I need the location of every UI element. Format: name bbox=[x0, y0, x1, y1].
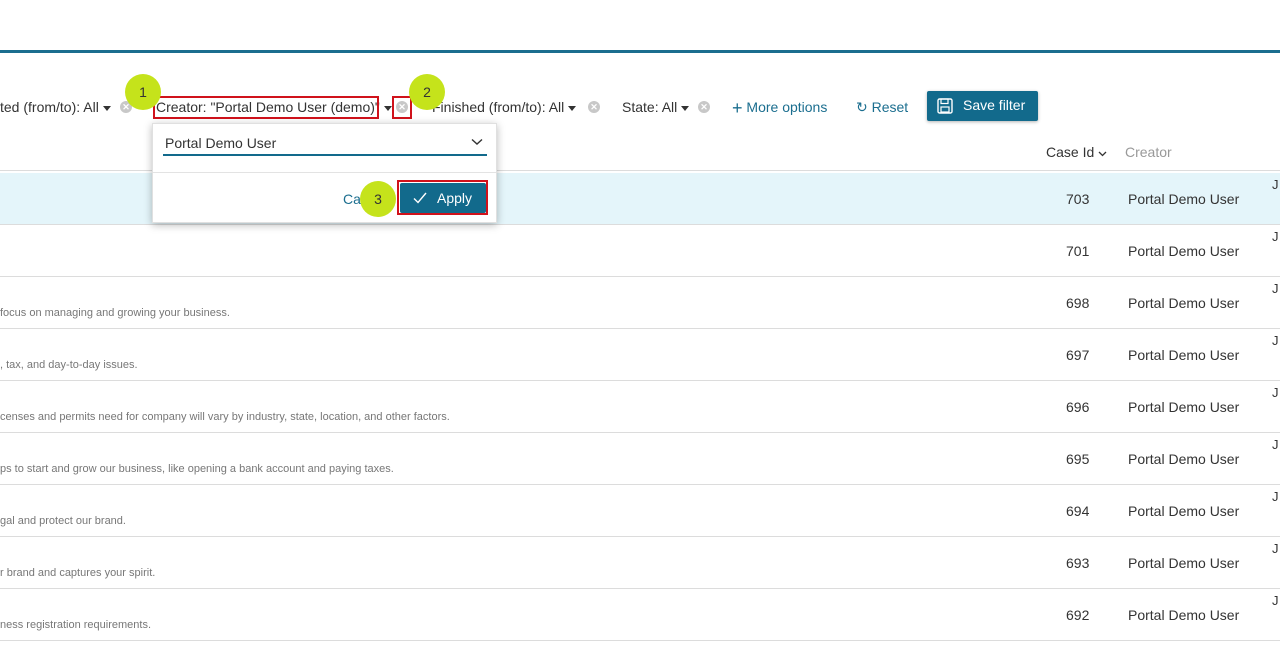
step-badge-2: 2 bbox=[409, 74, 445, 110]
truncated-cell: J bbox=[1272, 177, 1279, 192]
caret-down-icon bbox=[681, 105, 690, 111]
truncated-cell: J bbox=[1272, 541, 1279, 556]
creator-select-value: Portal Demo User bbox=[165, 135, 277, 151]
description-cell: ps to start and grow our business, like … bbox=[0, 463, 394, 475]
case-id-header[interactable]: Case Id bbox=[1046, 143, 1107, 161]
table-row[interactable]: , tax, and day-to-day issues. 697 Portal… bbox=[0, 329, 1280, 381]
table-row[interactable]: r brand and captures your spirit. 693 Po… bbox=[0, 537, 1280, 589]
highlight-clear-creator bbox=[392, 96, 412, 119]
creator-cell: Portal Demo User bbox=[1128, 607, 1240, 623]
chevron-down-icon bbox=[471, 138, 483, 145]
description-cell: r brand and captures your spirit. bbox=[0, 567, 156, 579]
save-filter-button[interactable]: Save filter bbox=[927, 91, 1038, 121]
top-header bbox=[0, 0, 1280, 50]
state-filter[interactable]: State: All bbox=[622, 97, 690, 117]
case-id-cell: 703 bbox=[1066, 191, 1090, 207]
clear-finished-icon[interactable]: ✕ bbox=[588, 101, 600, 113]
created-filter-label: ted (from/to): All bbox=[0, 99, 99, 115]
description-cell: focus on managing and growing your busin… bbox=[0, 307, 230, 319]
case-id-cell: 696 bbox=[1066, 399, 1090, 415]
panel-divider bbox=[153, 172, 496, 173]
creator-cell: Portal Demo User bbox=[1128, 295, 1240, 311]
clear-state-icon[interactable]: ✕ bbox=[698, 101, 710, 113]
case-id-cell: 692 bbox=[1066, 607, 1090, 623]
table-row[interactable]: censes and permits need for company will… bbox=[0, 381, 1280, 433]
created-filter[interactable]: ted (from/to): All bbox=[0, 97, 111, 117]
table-row[interactable]: gal and protect our brand. 694 Portal De… bbox=[0, 485, 1280, 537]
case-id-cell: 701 bbox=[1066, 243, 1090, 259]
truncated-cell: J bbox=[1272, 333, 1279, 348]
creator-cell: Portal Demo User bbox=[1128, 555, 1240, 571]
description-cell: gal and protect our brand. bbox=[0, 515, 126, 527]
creator-select[interactable]: Portal Demo User bbox=[163, 134, 487, 156]
creator-cell: Portal Demo User bbox=[1128, 243, 1240, 259]
description-cell: , tax, and day-to-day issues. bbox=[0, 359, 138, 371]
table-row[interactable]: 701 Portal Demo User J bbox=[0, 225, 1280, 277]
description-cell: censes and permits need for company will… bbox=[0, 411, 450, 423]
caret-down-icon bbox=[383, 105, 392, 111]
highlight-apply-button bbox=[397, 180, 488, 215]
finished-filter-label: Finished (from/to): All bbox=[432, 99, 565, 115]
creator-header[interactable]: Creator bbox=[1125, 143, 1172, 161]
truncated-cell: J bbox=[1272, 489, 1279, 504]
creator-cell: Portal Demo User bbox=[1128, 399, 1240, 415]
step-badge-1: 1 bbox=[125, 74, 161, 110]
more-options-label: More options bbox=[746, 99, 828, 115]
more-options-link[interactable]: + More options bbox=[732, 97, 827, 118]
creator-header-label: Creator bbox=[1125, 144, 1172, 160]
table-row[interactable]: ness registration requirements. 692 Port… bbox=[0, 589, 1280, 641]
caret-down-icon bbox=[102, 105, 111, 111]
description-cell: ness registration requirements. bbox=[0, 619, 152, 631]
truncated-cell: J bbox=[1272, 229, 1279, 244]
chevron-down-icon bbox=[1098, 151, 1107, 157]
creator-cell: Portal Demo User bbox=[1128, 347, 1240, 363]
truncated-cell: J bbox=[1272, 593, 1279, 608]
truncated-cell: J bbox=[1272, 437, 1279, 452]
state-filter-label: State: All bbox=[622, 99, 678, 115]
truncated-cell: J bbox=[1272, 281, 1279, 296]
highlight-creator-filter bbox=[153, 96, 379, 119]
reset-label: Reset bbox=[871, 99, 909, 115]
case-id-cell: 695 bbox=[1066, 451, 1090, 467]
finished-filter[interactable]: Finished (from/to): All bbox=[432, 97, 577, 117]
step-badge-3: 3 bbox=[360, 181, 396, 217]
save-filter-label: Save filter bbox=[963, 97, 1026, 113]
caret-down-icon bbox=[568, 105, 577, 111]
table-row[interactable]: ps to start and grow our business, like … bbox=[0, 433, 1280, 485]
table-row[interactable]: focus on managing and growing your busin… bbox=[0, 277, 1280, 329]
cancel-button[interactable]: Ca bbox=[343, 191, 361, 207]
creator-cell: Portal Demo User bbox=[1128, 191, 1240, 207]
reset-link[interactable]: ↻ Reset bbox=[856, 97, 908, 117]
case-id-cell: 694 bbox=[1066, 503, 1090, 519]
creator-cell: Portal Demo User bbox=[1128, 503, 1240, 519]
case-id-cell: 693 bbox=[1066, 555, 1090, 571]
truncated-cell: J bbox=[1272, 385, 1279, 400]
floppy-disk-icon bbox=[937, 98, 953, 114]
creator-cell: Portal Demo User bbox=[1128, 451, 1240, 467]
case-id-header-label: Case Id bbox=[1046, 144, 1095, 160]
plus-icon: + bbox=[732, 98, 743, 118]
refresh-icon: ↻ bbox=[856, 99, 868, 115]
header-accent-line bbox=[0, 50, 1280, 53]
case-id-cell: 697 bbox=[1066, 347, 1090, 363]
case-id-cell: 698 bbox=[1066, 295, 1090, 311]
